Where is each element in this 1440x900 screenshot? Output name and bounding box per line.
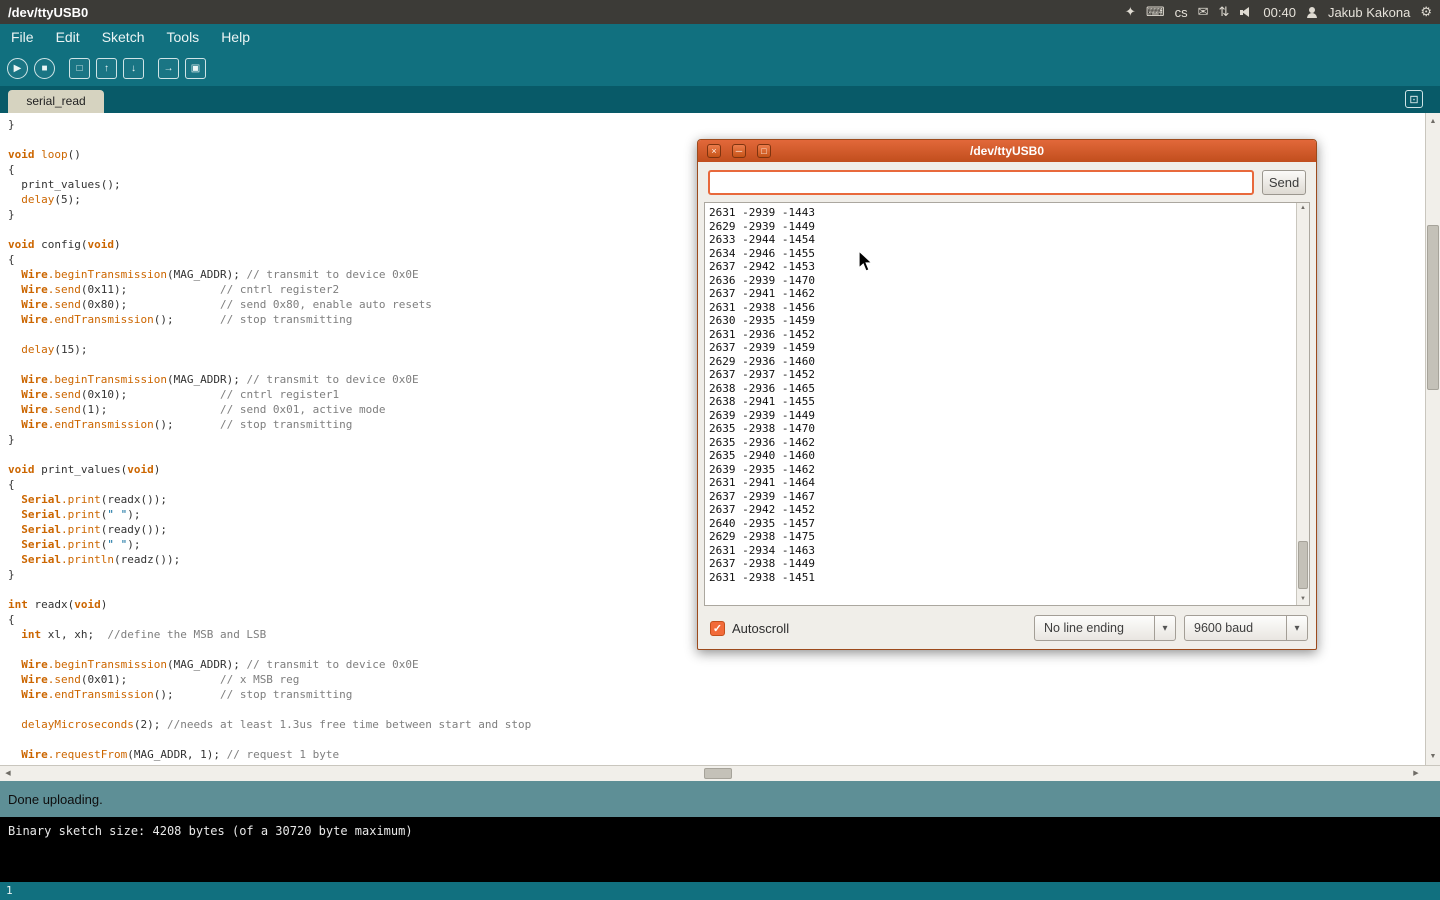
status-bar: Done uploading. [0, 781, 1440, 817]
serial-monitor-button[interactable]: ▣ [185, 58, 206, 79]
menu-edit[interactable]: Edit [45, 24, 91, 51]
autoscroll-label: Autoscroll [732, 621, 789, 636]
ubuntu-top-panel: /dev/ttyUSB0 ✦ ⌨ cs ✉ ⇅ 00:40 Jakub Kako… [0, 0, 1440, 24]
minimize-icon: ─ [736, 146, 742, 156]
serial-output[interactable]: 2631 -2939 -1443 2629 -2939 -1449 2633 -… [704, 202, 1310, 606]
keyboard-layout-label[interactable]: cs [1175, 5, 1188, 20]
close-button[interactable]: × [707, 144, 721, 158]
chevron-down-icon[interactable]: ▾ [1286, 616, 1307, 640]
menu-tools[interactable]: Tools [156, 24, 211, 51]
serial-monitor-body: Send 2631 -2939 -1443 2629 -2939 -1449 2… [698, 170, 1316, 657]
user-icon [1306, 6, 1318, 19]
mouse-cursor [858, 250, 876, 274]
panel-indicators: ✦ ⌨ cs ✉ ⇅ 00:40 Jakub Kakona ⚙ [1125, 0, 1440, 24]
serial-monitor-titlebar[interactable]: × ─ □ /dev/ttyUSB0 [698, 140, 1316, 162]
tab-bar: serial_read ⊡ [0, 86, 1440, 113]
scroll-right-icon[interactable]: ▶ [1408, 766, 1424, 781]
code-line: Wire.beginTransmission(MAG_ADDR); // tra… [8, 657, 1422, 672]
upload-button[interactable]: → [158, 58, 179, 79]
send-row: Send [708, 170, 1306, 195]
chevron-down-icon[interactable]: ▾ [1154, 616, 1175, 640]
menu-file[interactable]: File [0, 24, 45, 51]
tab-menu-button[interactable]: ⊡ [1405, 90, 1423, 108]
minimize-button[interactable]: ─ [732, 144, 746, 158]
volume-icon[interactable] [1239, 5, 1253, 19]
code-line: } [8, 117, 1422, 132]
verify-button[interactable]: ▶ [7, 58, 28, 79]
code-line: Wire.requestFrom(MAG_ADDR, 1); // reques… [8, 747, 1422, 762]
editor-horizontal-scrollbar[interactable]: ◀ ▶ [0, 765, 1440, 781]
upload-icon: → [164, 63, 174, 74]
code-line [8, 732, 1422, 747]
line-ending-select[interactable]: No line ending ▾ [1034, 615, 1176, 641]
maximize-icon: □ [761, 146, 766, 156]
close-icon: × [711, 146, 716, 156]
editor-vertical-scrollbar[interactable]: ▲ ▼ [1425, 113, 1440, 765]
serial-monitor-icon: ▣ [191, 63, 200, 74]
network-icon[interactable]: ⇅ [1218, 0, 1229, 24]
scroll-up-icon[interactable]: ▲ [1297, 203, 1309, 214]
screen: /dev/ttyUSB0 ✦ ⌨ cs ✉ ⇅ 00:40 Jakub Kako… [0, 0, 1440, 900]
scroll-down-icon[interactable]: ▼ [1297, 594, 1309, 605]
editor-hscroll-thumb[interactable] [704, 768, 732, 779]
serial-scroll-thumb[interactable] [1298, 541, 1308, 589]
window-title: /dev/ttyUSB0 [8, 5, 88, 20]
save-button[interactable]: ↓ [123, 58, 144, 79]
serial-monitor-window: × ─ □ /dev/ttyUSB0 Send 2631 -2939 -1443… [697, 139, 1317, 650]
serial-input[interactable] [708, 170, 1254, 195]
open-icon: ↑ [104, 63, 109, 74]
serial-output-text: 2631 -2939 -1443 2629 -2939 -1449 2633 -… [709, 206, 1293, 602]
console-output: Binary sketch size: 4208 bytes (of a 307… [0, 817, 1440, 882]
baud-rate-value: 9600 baud [1185, 621, 1286, 635]
menu-help[interactable]: Help [210, 24, 261, 51]
send-button[interactable]: Send [1262, 170, 1306, 195]
code-line: delayMicroseconds(2); //needs at least 1… [8, 717, 1422, 732]
serial-scrollbar[interactable]: ▲ ▼ [1296, 203, 1309, 605]
new-doc-icon: □ [76, 63, 82, 74]
scroll-left-icon[interactable]: ◀ [0, 766, 16, 781]
scroll-down-icon[interactable]: ▼ [1426, 749, 1440, 764]
toolbar: ▶ ■ □ ↑ ↓ → ▣ [0, 51, 1440, 86]
autoscroll-control[interactable]: ✓ Autoscroll [710, 621, 789, 636]
save-icon: ↓ [131, 63, 136, 74]
stop-button[interactable]: ■ [34, 58, 55, 79]
tab-serial-read[interactable]: serial_read [8, 90, 104, 113]
status-message: Done uploading. [8, 792, 103, 807]
user-name[interactable]: Jakub Kakona [1328, 5, 1410, 20]
line-number-strip: 1 [0, 882, 1440, 900]
menu-bar: File Edit Sketch Tools Help [0, 24, 1440, 51]
gear-icon[interactable]: ⚙ [1420, 0, 1432, 24]
check-icon: ✓ [713, 623, 722, 635]
code-line [8, 702, 1422, 717]
window-controls: × ─ □ [707, 144, 771, 158]
keyboard-icon[interactable]: ⌨ [1146, 0, 1165, 24]
new-sketch-button[interactable]: □ [69, 58, 90, 79]
serial-monitor-title: /dev/ttyUSB0 [698, 144, 1316, 158]
indicator-icon[interactable]: ✦ [1125, 0, 1136, 24]
line-number: 1 [6, 884, 13, 897]
editor-vscroll-thumb[interactable] [1427, 225, 1439, 390]
code-line: Wire.send(0x01); // x MSB reg [8, 672, 1422, 687]
stop-icon: ■ [41, 63, 47, 74]
open-button[interactable]: ↑ [96, 58, 117, 79]
verify-icon: ▶ [14, 63, 22, 74]
menu-sketch[interactable]: Sketch [91, 24, 156, 51]
code-line: Wire.endTransmission(); // stop transmit… [8, 687, 1422, 702]
console-line: Binary sketch size: 4208 bytes (of a 307… [8, 824, 413, 838]
scroll-up-icon[interactable]: ▲ [1426, 114, 1440, 129]
autoscroll-checkbox[interactable]: ✓ [710, 621, 725, 636]
mail-icon[interactable]: ✉ [1198, 0, 1209, 24]
maximize-button[interactable]: □ [757, 144, 771, 158]
line-ending-value: No line ending [1035, 621, 1154, 635]
baud-rate-select[interactable]: 9600 baud ▾ [1184, 615, 1308, 641]
serial-controls-row: ✓ Autoscroll No line ending ▾ 9600 baud … [710, 614, 1308, 642]
tab-menu-icon: ⊡ [1409, 93, 1418, 106]
clock[interactable]: 00:40 [1263, 5, 1296, 20]
